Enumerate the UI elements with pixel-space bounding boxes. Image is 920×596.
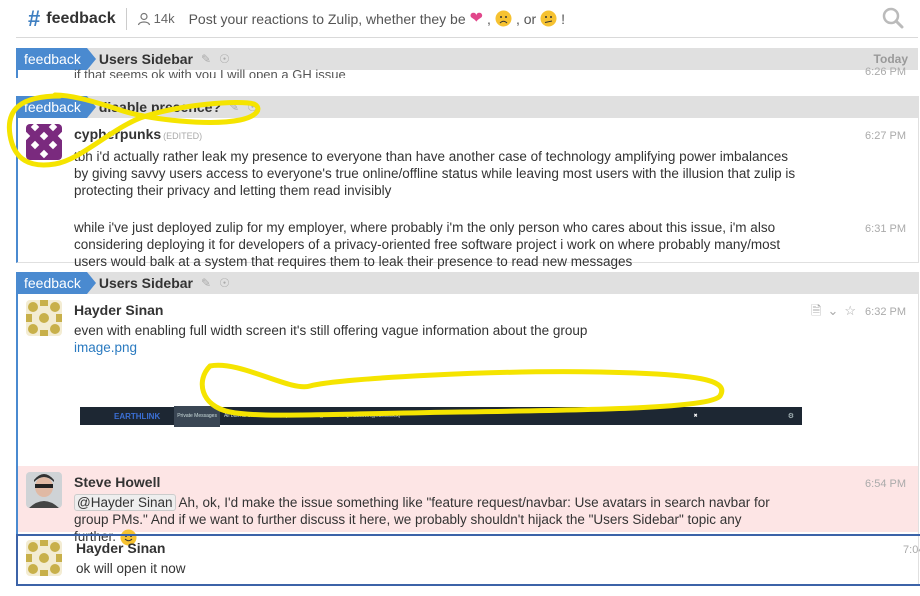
sender-name[interactable]: cypherpunks (EDITED) xyxy=(74,126,918,145)
message-row[interactable]: Hayder Sinan ok will open it now 7:04 PM xyxy=(16,534,920,586)
topic-label[interactable]: Users Sidebar xyxy=(99,275,193,291)
search-text: pm-with:alicam@earthlink.kj,macdown@eart… xyxy=(285,412,400,419)
mute-topic-icon[interactable]: ☉ xyxy=(219,276,230,290)
image-preview[interactable]: EARTHLINK Private Messages Ali bam al Ch… xyxy=(80,405,802,427)
confused-face-icon xyxy=(540,10,557,27)
avatar[interactable] xyxy=(26,300,62,336)
message-time[interactable]: 6:32 PM xyxy=(865,304,906,321)
edited-label: (EDITED) xyxy=(163,131,203,141)
description-end: ! xyxy=(561,10,566,27)
recipient-block: feedback disable presence? ✎ ☉ cypherpun… xyxy=(16,96,919,269)
subscriber-count-value: 14k xyxy=(153,11,175,26)
image-link[interactable]: image.png xyxy=(74,340,137,355)
breadcrumb: Ali bam al Chandrak... xyxy=(223,412,274,419)
stream-name[interactable]: feedback xyxy=(46,10,115,28)
message-time[interactable]: 6:26 PM xyxy=(865,64,906,78)
heart-icon: ❤ xyxy=(469,9,484,27)
divider xyxy=(125,7,127,30)
document-icon[interactable]: 🗎 xyxy=(811,302,821,319)
close-icon: ✖ xyxy=(693,412,698,419)
message-actions: 🗎 ⌄ ☆ xyxy=(811,302,856,319)
frowning-face-icon xyxy=(495,10,512,27)
user-mention[interactable]: @Hayder Sinan xyxy=(74,494,176,511)
mute-topic-icon[interactable]: ☉ xyxy=(247,100,258,114)
stream-header: # feedback 14k Post your reactions to Zu… xyxy=(16,0,918,38)
user-icon xyxy=(137,12,150,25)
star-icon[interactable]: ☆ xyxy=(844,302,856,319)
edit-topic-icon[interactable]: ✎ xyxy=(201,276,211,290)
message-row[interactable]: Steve Howell @Hayder Sinan Ah, ok, I'd m… xyxy=(18,466,918,546)
message-time[interactable]: 7:04 PM xyxy=(903,542,920,559)
message-row[interactable]: if that seems ok with you I will open a … xyxy=(18,66,918,78)
subscriber-count[interactable]: 14k xyxy=(137,11,175,26)
recipient-block: feedback Users Sidebar ✎ ☉ Hayder Sinan … xyxy=(16,272,920,586)
sender-name[interactable]: Hayder Sinan xyxy=(76,540,920,557)
message-content: even with enabling full width screen it'… xyxy=(74,323,588,338)
topic-label[interactable]: Users Sidebar xyxy=(99,51,193,67)
message-content: ok will open it now xyxy=(76,561,186,576)
message-row[interactable]: Hayder Sinan even with enabling full wid… xyxy=(18,294,918,466)
description-sep: , or xyxy=(515,10,537,27)
message-content: tbh i'd actually rather leak my presence… xyxy=(74,149,796,198)
message-time[interactable]: 6:54 PM xyxy=(865,476,906,493)
earthlink-logo: EARTHLINK xyxy=(114,411,161,421)
message-time[interactable]: 6:27 PM xyxy=(865,128,906,145)
avatar[interactable] xyxy=(26,124,62,160)
mute-topic-icon[interactable]: ☉ xyxy=(219,52,230,66)
message-content: if that seems ok with you I will open a … xyxy=(74,67,346,78)
search-icon: ⚲ xyxy=(279,412,283,419)
sender-name[interactable]: Hayder Sinan xyxy=(74,302,918,319)
search-icon xyxy=(882,7,904,29)
gear-icon: ⚙ xyxy=(787,412,794,420)
description-text: Post your reactions to Zulip, whether th… xyxy=(188,10,466,27)
stream-hash-icon: # xyxy=(28,5,41,31)
avatar[interactable] xyxy=(26,540,62,576)
topic-label[interactable]: disable presence? xyxy=(99,99,221,115)
stream-label[interactable]: feedback xyxy=(18,272,96,294)
sender-name[interactable]: Steve Howell xyxy=(74,474,918,491)
pm-tab: Private Messages xyxy=(174,405,220,427)
recipient-block: feedback Users Sidebar ✎ ☉ Today if that… xyxy=(16,48,918,78)
search-button[interactable] xyxy=(882,7,904,33)
edit-topic-icon[interactable]: ✎ xyxy=(229,100,239,114)
message-time[interactable]: 6:31 PM xyxy=(865,221,906,238)
recipient-header: feedback disable presence? ✎ ☉ xyxy=(18,96,918,118)
avatar[interactable] xyxy=(26,472,62,508)
recipient-header: feedback Users Sidebar ✎ ☉ xyxy=(18,272,918,294)
message-row[interactable]: cypherpunks (EDITED) tbh i'd actually rat… xyxy=(18,118,918,203)
chevron-down-icon[interactable]: ⌄ xyxy=(827,302,838,319)
description-sep: , xyxy=(487,10,491,27)
message-row[interactable]: while i've just deployed zulip for my em… xyxy=(18,203,918,274)
stream-description: Post your reactions to Zulip, whether th… xyxy=(189,10,565,27)
sender-name-text: cypherpunks xyxy=(74,126,162,142)
message-content: while i've just deployed zulip for my em… xyxy=(74,220,781,269)
edit-topic-icon[interactable]: ✎ xyxy=(201,52,211,66)
stream-label[interactable]: feedback xyxy=(18,96,96,118)
